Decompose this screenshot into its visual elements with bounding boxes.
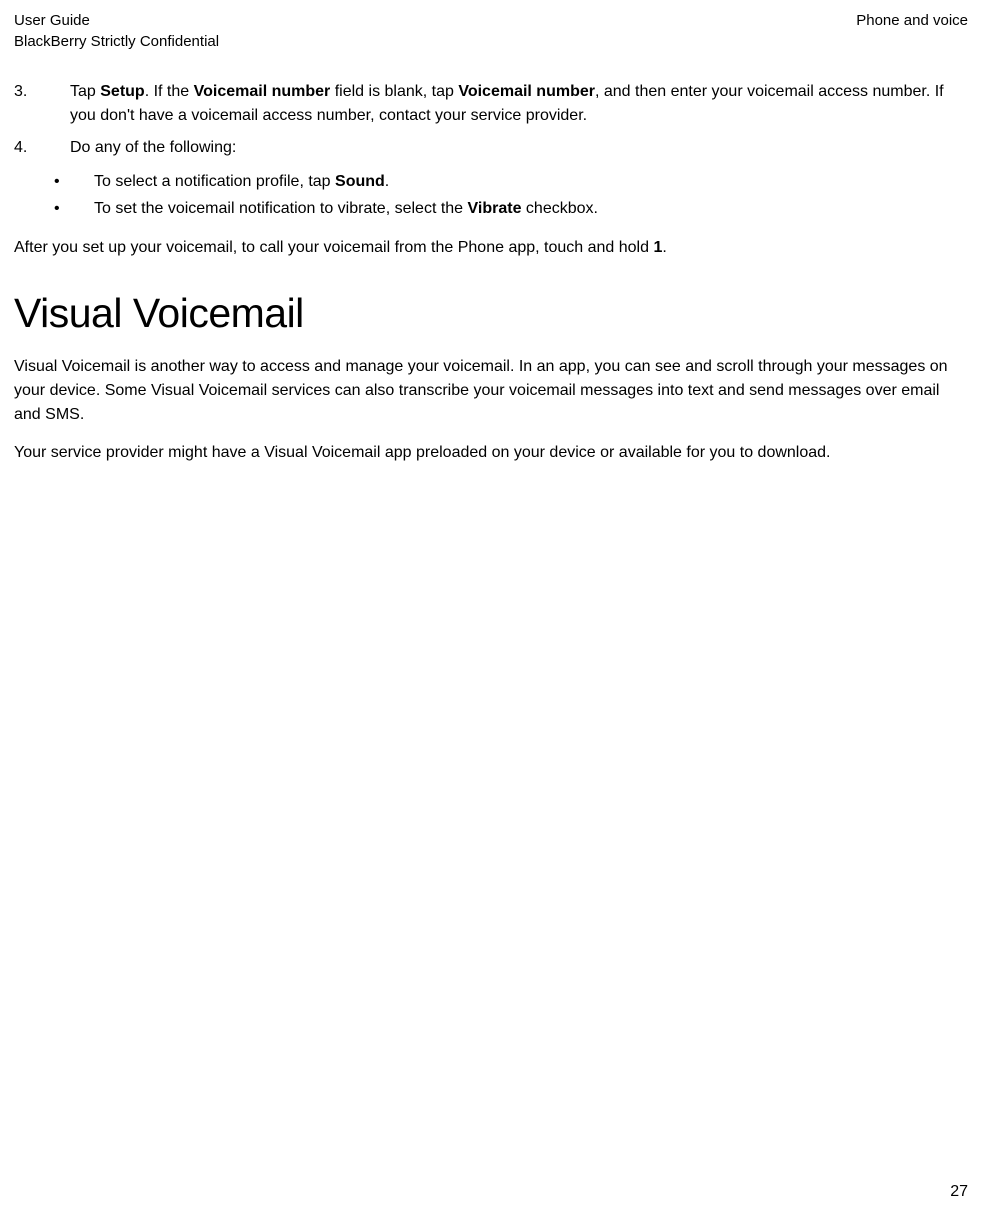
step-3-bold-setup: Setup bbox=[100, 83, 144, 100]
after-text-2: . bbox=[662, 239, 666, 256]
step-4: 4. Do any of the following: bbox=[14, 136, 968, 160]
bullet-dot-1: • bbox=[54, 168, 94, 195]
header-section: Phone and voice bbox=[856, 10, 968, 31]
step-4-text: Do any of the following: bbox=[70, 139, 236, 156]
bullet-vibrate-text-2: checkbox. bbox=[521, 200, 597, 217]
step-3-text-1: Tap bbox=[70, 83, 100, 100]
header-right: Phone and voice bbox=[856, 10, 968, 52]
after-setup-para: After you set up your voicemail, to call… bbox=[14, 236, 968, 260]
page-header: User Guide BlackBerry Strictly Confident… bbox=[14, 10, 968, 52]
vv-para-1: Visual Voicemail is another way to acces… bbox=[14, 355, 968, 427]
bullet-vibrate-body: To set the voicemail notification to vib… bbox=[94, 195, 598, 222]
bullet-dot-2: • bbox=[54, 195, 94, 222]
step-3-body: Tap Setup. If the Voicemail number field… bbox=[70, 80, 968, 128]
page-number: 27 bbox=[950, 1183, 968, 1201]
step-3-number: 3. bbox=[14, 80, 70, 128]
bullet-vibrate: • To set the voicemail notification to v… bbox=[54, 195, 968, 222]
step-3-bold-vmnumber-1: Voicemail number bbox=[194, 83, 331, 100]
step-4-number: 4. bbox=[14, 136, 70, 160]
header-confidential: BlackBerry Strictly Confidential bbox=[14, 31, 219, 52]
bullet-vibrate-text-1: To set the voicemail notification to vib… bbox=[94, 200, 468, 217]
header-left: User Guide BlackBerry Strictly Confident… bbox=[14, 10, 219, 52]
vv-para-2: Your service provider might have a Visua… bbox=[14, 441, 968, 465]
bullet-sound-body: To select a notification profile, tap So… bbox=[94, 168, 389, 195]
step-3-text-2: . If the bbox=[145, 83, 194, 100]
bullet-vibrate-bold: Vibrate bbox=[468, 200, 522, 217]
step-4-bullets: • To select a notification profile, tap … bbox=[14, 168, 968, 222]
bullet-sound-bold: Sound bbox=[335, 173, 385, 190]
step-3-text-3: field is blank, tap bbox=[330, 83, 458, 100]
header-user-guide: User Guide bbox=[14, 10, 219, 31]
step-4-body: Do any of the following: bbox=[70, 136, 968, 160]
after-text-1: After you set up your voicemail, to call… bbox=[14, 239, 653, 256]
step-3: 3. Tap Setup. If the Voicemail number fi… bbox=[14, 80, 968, 128]
step-3-bold-vmnumber-2: Voicemail number bbox=[458, 83, 595, 100]
bullet-sound-text-1: To select a notification profile, tap bbox=[94, 173, 335, 190]
bullet-sound: • To select a notification profile, tap … bbox=[54, 168, 968, 195]
section-title-visual-voicemail: Visual Voicemail bbox=[14, 290, 968, 337]
bullet-sound-text-2: . bbox=[385, 173, 389, 190]
